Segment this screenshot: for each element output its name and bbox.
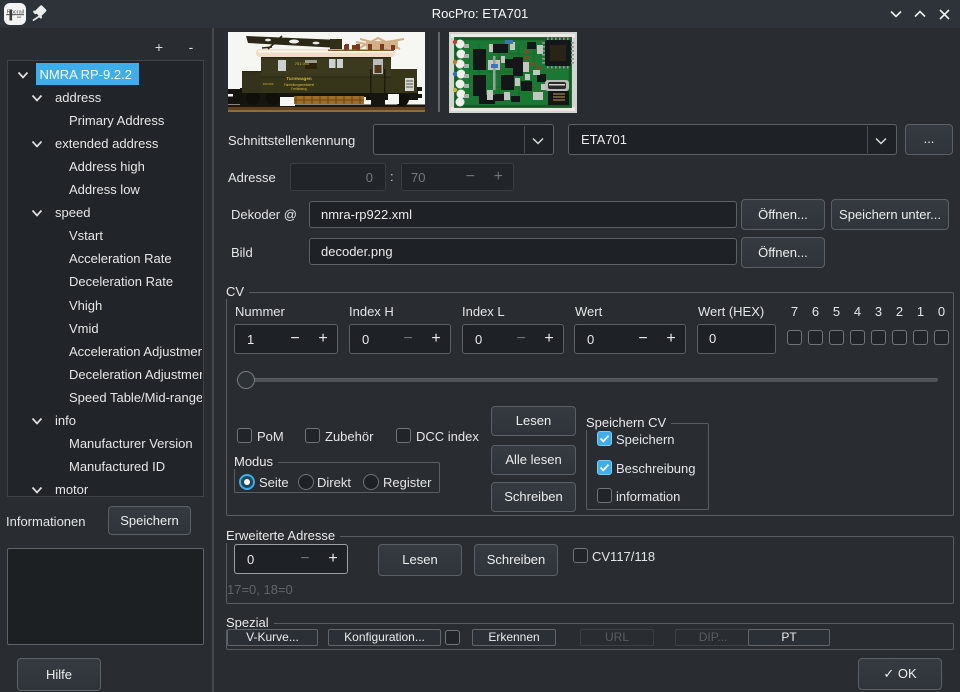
- svg-text:701 000: 701 000: [295, 61, 310, 66]
- svg-text:Turmwagen: Turmwagen: [286, 76, 312, 81]
- svg-text:100 000: 100 000: [263, 82, 274, 86]
- svg-text:Freilassing: Freilassing: [291, 87, 307, 91]
